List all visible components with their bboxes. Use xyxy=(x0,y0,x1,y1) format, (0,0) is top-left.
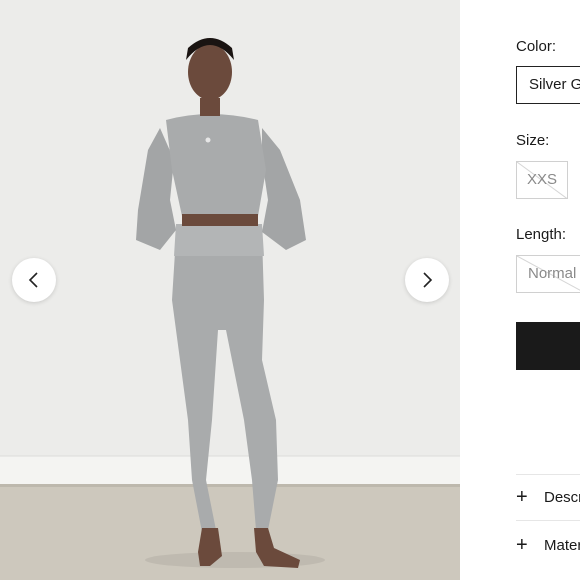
add-to-cart-button[interactable] xyxy=(516,322,580,370)
chevron-right-icon xyxy=(423,272,433,288)
plus-icon: + xyxy=(516,486,528,508)
plus-icon: + xyxy=(516,534,528,556)
length-label: Length: xyxy=(516,226,567,243)
chevron-left-icon xyxy=(28,272,38,288)
length-option-normal[interactable]: Normal xyxy=(516,255,580,293)
length-option-label: Normal xyxy=(528,265,577,282)
size-option-label: XXS xyxy=(526,171,557,188)
description-label: Descr xyxy=(544,489,580,506)
materials-accordion[interactable]: + Mater xyxy=(516,534,580,557)
color-select[interactable]: Silver G xyxy=(516,66,580,104)
description-accordion[interactable]: + Descr xyxy=(516,486,580,509)
materials-label: Mater xyxy=(544,537,580,554)
accordion-divider xyxy=(516,474,580,475)
next-image-button[interactable] xyxy=(405,258,449,302)
color-label: Color: xyxy=(516,38,557,55)
product-photo xyxy=(0,0,460,580)
size-option-xxs[interactable]: XXS xyxy=(516,161,568,199)
previous-image-button[interactable] xyxy=(12,258,56,302)
product-options-panel: Color: Silver G Size: XXS Length: Normal… xyxy=(460,0,580,580)
size-label: Size: xyxy=(516,132,550,149)
accordion-divider xyxy=(516,520,580,521)
product-image-gallery xyxy=(0,0,460,580)
